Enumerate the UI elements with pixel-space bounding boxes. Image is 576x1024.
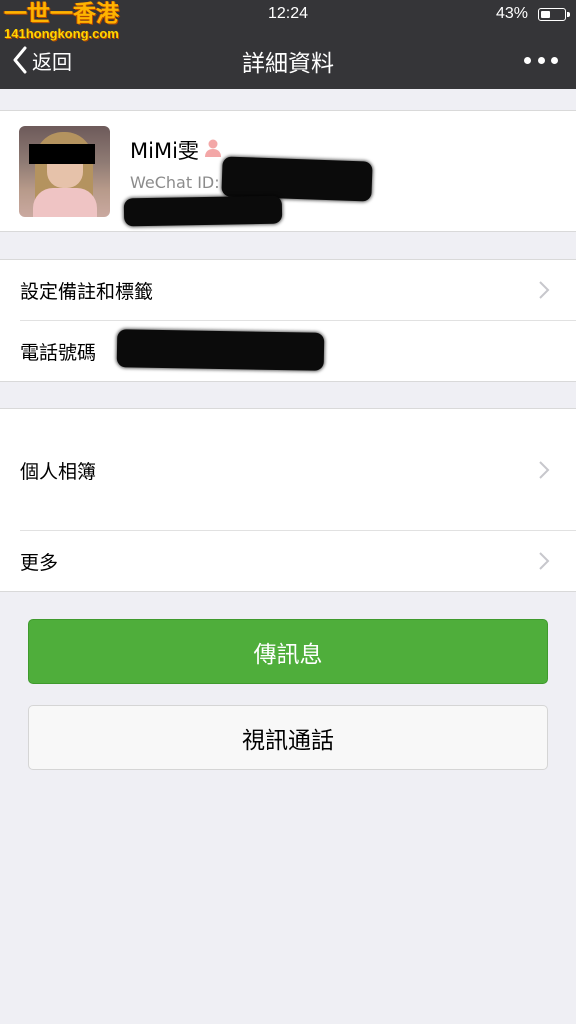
more-label: 更多 xyxy=(20,552,59,574)
nickname-text: MiMi雯 xyxy=(130,139,199,163)
censor-bar xyxy=(29,144,95,164)
top-bar: 一世一香港 141hongkong.com 12:24 43% 返回 詳細資料 xyxy=(0,0,576,89)
battery-percent: 43% xyxy=(495,5,528,22)
chevron-right-icon xyxy=(538,551,550,575)
more-options-button[interactable] xyxy=(524,48,558,72)
album-label: 個人相簿 xyxy=(20,461,97,483)
page-title: 詳細資料 xyxy=(242,51,334,77)
redaction-mark xyxy=(221,156,373,202)
more-row[interactable]: 更多 xyxy=(0,531,576,591)
remarks-row[interactable]: 設定備註和標籤 xyxy=(0,260,576,320)
battery-icon xyxy=(538,8,570,21)
album-row[interactable]: 個人相簿 xyxy=(0,409,576,530)
remarks-label: 設定備註和標籤 xyxy=(20,281,154,303)
ellipsis-icon xyxy=(524,56,531,64)
status-time: 12:24 xyxy=(267,5,309,22)
phone-row[interactable]: 電話號碼 xyxy=(0,321,576,381)
phone-label: 電話號碼 xyxy=(20,342,97,364)
redaction-mark xyxy=(123,195,283,227)
female-icon xyxy=(203,138,223,163)
chevron-right-icon xyxy=(538,280,550,304)
chevron-right-icon xyxy=(538,460,550,484)
info-card: 設定備註和標籤 電話號碼 xyxy=(0,259,576,382)
navigation-bar: 返回 詳細資料 xyxy=(0,30,576,89)
send-message-button[interactable]: 傳訊息 xyxy=(28,619,548,684)
avatar[interactable] xyxy=(19,126,110,217)
nickname: MiMi雯 xyxy=(130,135,223,165)
redaction-mark xyxy=(116,329,325,371)
status-bar: 一世一香港 141hongkong.com 12:24 43% xyxy=(0,0,576,40)
video-call-button[interactable]: 視訊通話 xyxy=(28,705,548,770)
wechat-id-label: WeChat ID: xyxy=(130,173,220,192)
profile-card: MiMi雯 WeChat ID: xyxy=(0,110,576,232)
more-card: 個人相簿 更多 xyxy=(0,408,576,592)
